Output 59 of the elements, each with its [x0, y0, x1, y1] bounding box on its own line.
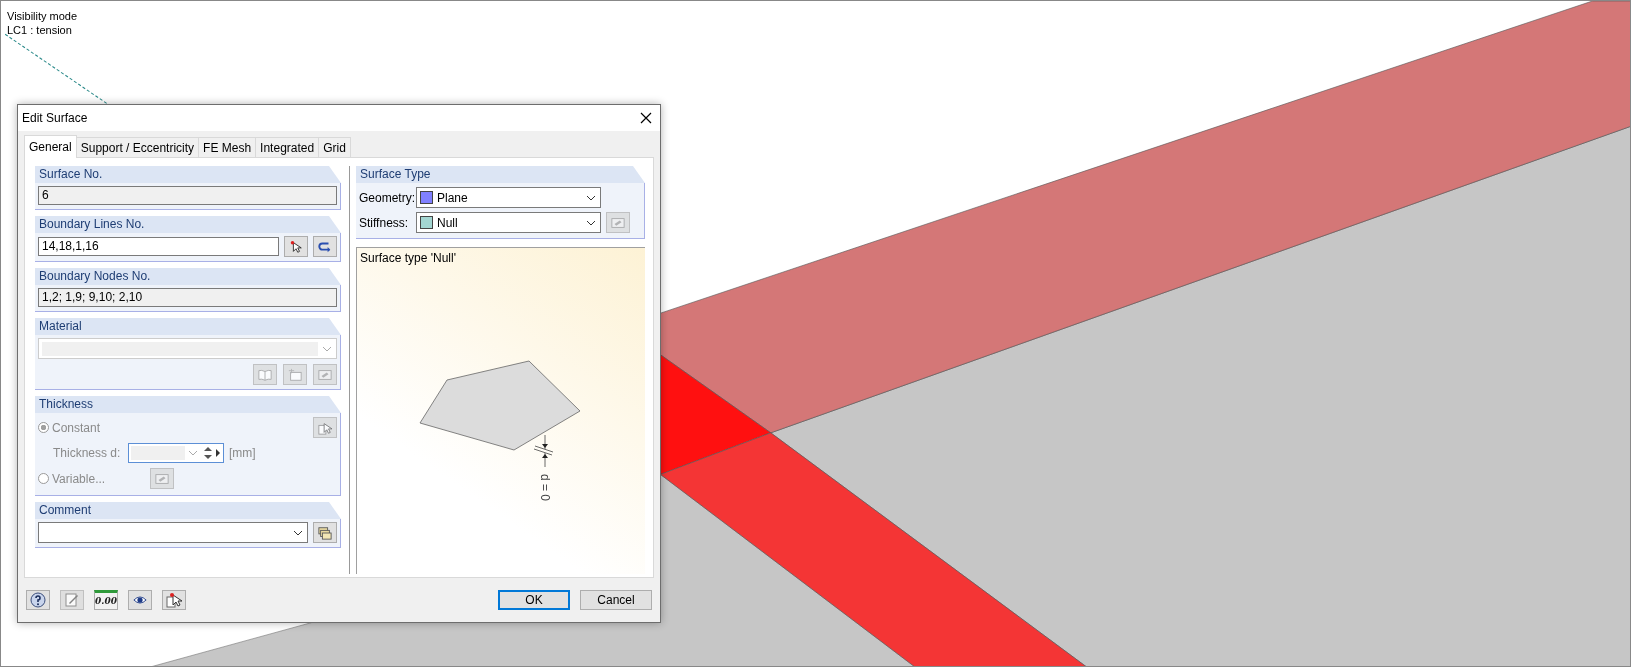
- edit-button[interactable]: [313, 364, 337, 385]
- type-dropdown[interactable]: Plane: [416, 187, 601, 208]
- loop-button[interactable]: [313, 236, 337, 257]
- help-icon: [30, 592, 46, 608]
- section-header: Comment: [35, 502, 341, 519]
- chevron-down-icon: [586, 194, 596, 201]
- cursor-icon: [166, 592, 182, 608]
- field-label: Stiffness:: [359, 215, 410, 230]
- cursor-icon: [289, 239, 303, 254]
- edit-button[interactable]: [606, 212, 630, 233]
- boundary-lines-field[interactable]: 14,18,1,16: [38, 237, 279, 256]
- thickness-spinner[interactable]: [128, 443, 224, 463]
- new-button[interactable]: [283, 364, 307, 385]
- library-button[interactable]: [253, 364, 277, 385]
- comment-dropdown[interactable]: [38, 522, 308, 543]
- view-label: Visibility mode: [7, 9, 78, 23]
- window-title: Edit Surface: [22, 111, 89, 125]
- dialog-button[interactable]: OK: [498, 590, 570, 610]
- close-icon[interactable]: [640, 112, 652, 124]
- unit-label: [mm]: [229, 446, 256, 460]
- cursor-icon: [318, 420, 332, 435]
- edit-icon: [154, 471, 171, 486]
- boundary-nodes-field[interactable]: 1,2; 1,9; 9,10; 2,10: [38, 288, 337, 307]
- tab[interactable]: General: [24, 135, 77, 158]
- decimals-button[interactable]: 0.00: [94, 590, 118, 610]
- thickness-label: Thickness d:: [53, 446, 122, 460]
- edit-icon: [317, 367, 333, 382]
- chevron-down-icon: [293, 529, 303, 536]
- chevron-down-icon: [586, 219, 596, 226]
- eye-icon: [132, 593, 148, 607]
- section-header: Boundary Lines No.: [35, 216, 341, 233]
- section-header: Material: [35, 318, 341, 335]
- chevron-down-icon: [188, 450, 198, 456]
- view-label: LC1 : tension: [7, 23, 73, 37]
- tab[interactable]: Support / Eccentricity: [75, 137, 200, 157]
- pick-button[interactable]: [162, 590, 186, 610]
- dialog-button[interactable]: Cancel: [580, 590, 652, 610]
- pick-button[interactable]: [284, 236, 308, 257]
- view-button[interactable]: [128, 590, 152, 610]
- pencil-note-icon: [64, 592, 80, 608]
- dimension-label: d = 0: [538, 474, 552, 502]
- section-header: Surface No.: [35, 166, 341, 183]
- new-window-icon: [287, 367, 303, 382]
- book-icon: [257, 367, 273, 382]
- section-header: Surface Type: [356, 166, 645, 183]
- edit-button[interactable]: [150, 468, 175, 489]
- comments-button[interactable]: [313, 522, 337, 543]
- tab[interactable]: Grid: [318, 137, 351, 157]
- section-header: Thickness: [35, 396, 341, 413]
- help-button[interactable]: [26, 590, 50, 610]
- chevron-down-icon: [322, 345, 332, 352]
- tab[interactable]: Integrated: [255, 137, 320, 157]
- edit-button[interactable]: [60, 590, 84, 610]
- section-header: Boundary Nodes No.: [35, 268, 341, 285]
- stacked-cards-icon: [317, 525, 333, 540]
- edit-icon: [610, 215, 626, 230]
- preview-caption: Surface type 'Null': [360, 251, 456, 265]
- surface-number-field[interactable]: 6: [38, 186, 337, 205]
- type-dropdown[interactable]: Null: [416, 212, 601, 233]
